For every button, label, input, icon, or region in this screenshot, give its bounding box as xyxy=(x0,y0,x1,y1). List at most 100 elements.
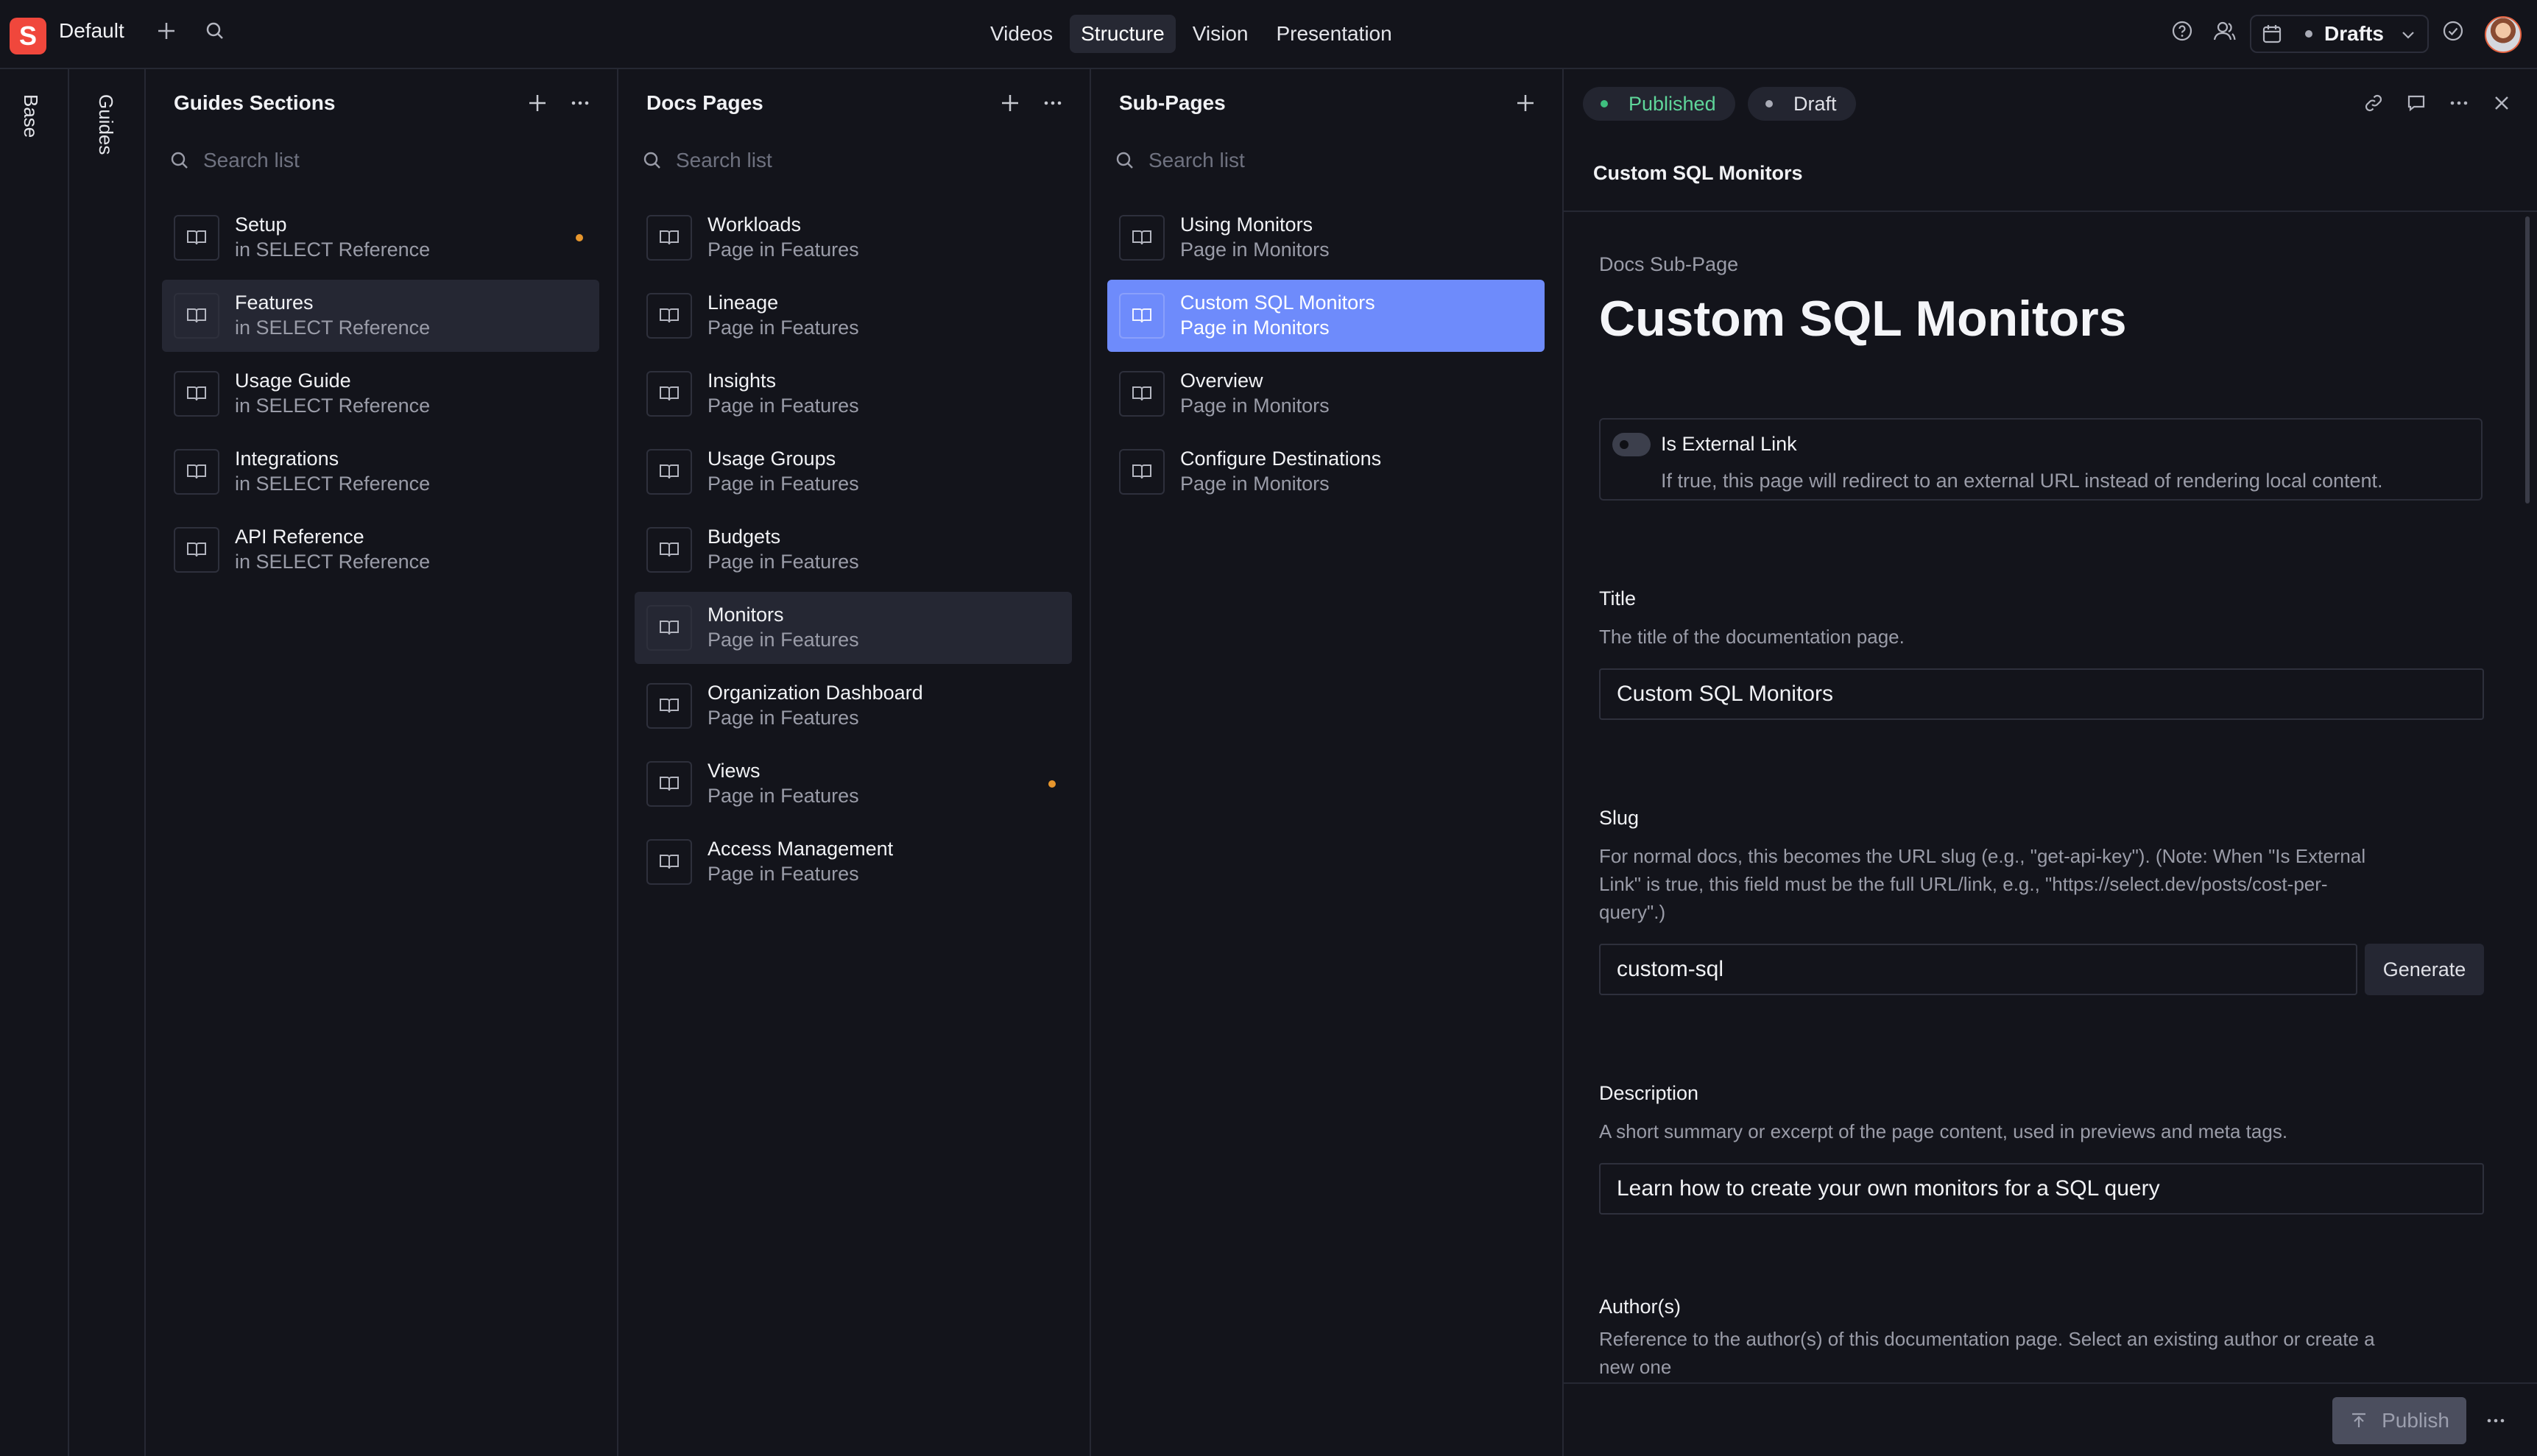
book-icon xyxy=(646,761,692,807)
book-icon xyxy=(1119,371,1165,417)
item-title: Workloads xyxy=(708,213,802,236)
book-icon xyxy=(1119,449,1165,495)
comment-icon[interactable] xyxy=(2402,88,2431,118)
document-header-title: Custom SQL Monitors xyxy=(1593,162,1803,184)
list-item[interactable]: Budgets Page in Features xyxy=(635,514,1072,586)
rail-guides[interactable]: Guides xyxy=(69,69,146,1456)
item-subtitle: in SELECT Reference xyxy=(235,395,431,417)
book-icon xyxy=(174,527,219,573)
drafts-selector[interactable]: Drafts xyxy=(2250,15,2429,53)
help-icon[interactable] xyxy=(2167,16,2197,46)
list-item[interactable]: Insights Page in Features xyxy=(635,358,1072,430)
item-title: Monitors xyxy=(708,604,784,626)
app-logo[interactable]: S xyxy=(10,18,46,54)
item-subtitle: Page in Features xyxy=(708,317,859,339)
document-footer: Publish xyxy=(1564,1382,2537,1456)
add-icon[interactable] xyxy=(523,88,552,118)
item-subtitle: Page in Features xyxy=(708,629,859,651)
divider xyxy=(1564,211,2537,212)
list-item[interactable]: Overview Page in Monitors xyxy=(1107,358,1545,430)
list-item[interactable]: API Reference in SELECT Reference xyxy=(162,514,599,586)
scrollbar-thumb[interactable] xyxy=(2525,216,2530,503)
publish-icon xyxy=(2349,1411,2368,1430)
slug-input[interactable]: custom-sql xyxy=(1599,944,2357,995)
description-field-label: Description xyxy=(1599,1082,1699,1104)
tab-structure[interactable]: Structure xyxy=(1070,15,1176,53)
item-subtitle: Page in Features xyxy=(708,473,859,495)
list-item[interactable]: Configure Destinations Page in Monitors xyxy=(1107,436,1545,508)
generate-slug-button[interactable]: Generate xyxy=(2365,944,2484,995)
external-link-toggle[interactable] xyxy=(1612,433,1651,456)
workspace-name[interactable]: Default xyxy=(59,19,124,43)
item-subtitle: Page in Monitors xyxy=(1180,473,1330,495)
item-subtitle: Page in Monitors xyxy=(1180,238,1330,261)
add-icon[interactable] xyxy=(995,88,1025,118)
list-item[interactable]: Integrations in SELECT Reference xyxy=(162,436,599,508)
item-title: Lineage xyxy=(708,291,779,314)
list-item[interactable]: Views Page in Features xyxy=(635,748,1072,820)
status-draft-label: Draft xyxy=(1793,92,1837,115)
pane-sub-pages: Sub-Pages Search list Using Monitors Pag… xyxy=(1091,69,1564,1456)
search-icon xyxy=(1115,150,1135,171)
item-title: Budgets xyxy=(708,526,781,548)
user-avatar[interactable] xyxy=(2485,16,2522,53)
more-icon[interactable] xyxy=(2481,1406,2510,1435)
more-icon[interactable] xyxy=(2444,88,2474,118)
item-subtitle: Page in Features xyxy=(708,785,859,807)
tab-presentation[interactable]: Presentation xyxy=(1265,15,1402,53)
status-published-tab[interactable]: Published xyxy=(1583,87,1735,121)
title-input[interactable]: Custom SQL Monitors xyxy=(1599,668,2484,720)
book-icon xyxy=(1119,215,1165,261)
item-title: Insights xyxy=(708,370,777,392)
list-item[interactable]: Monitors Page in Features xyxy=(635,592,1072,664)
list-item[interactable]: Features in SELECT Reference xyxy=(162,280,599,352)
description-input[interactable]: Learn how to create your own monitors fo… xyxy=(1599,1163,2484,1215)
tab-videos[interactable]: Videos xyxy=(979,15,1064,53)
list-item[interactable]: Workloads Page in Features xyxy=(635,202,1072,274)
item-subtitle: Page in Features xyxy=(708,863,859,885)
add-icon[interactable] xyxy=(1511,88,1540,118)
rail-guides-label: Guides xyxy=(95,94,117,155)
more-icon[interactable] xyxy=(565,88,595,118)
list-item[interactable]: Organization Dashboard Page in Features xyxy=(635,670,1072,742)
add-icon[interactable] xyxy=(152,16,181,46)
search-input[interactable]: Search list xyxy=(642,146,772,175)
list-item[interactable]: Setup in SELECT Reference xyxy=(162,202,599,274)
link-icon[interactable] xyxy=(2359,88,2388,118)
status-draft-tab[interactable]: Draft xyxy=(1748,87,1856,121)
more-icon[interactable] xyxy=(1038,88,1068,118)
book-icon xyxy=(1119,293,1165,339)
search-icon[interactable] xyxy=(200,16,230,46)
document-editor: Published Draft Custom SQL Monitors Docs… xyxy=(1564,69,2537,1456)
list-item[interactable]: Using Monitors Page in Monitors xyxy=(1107,202,1545,274)
users-icon[interactable] xyxy=(2210,16,2240,46)
search-input[interactable]: Search list xyxy=(1115,146,1245,175)
item-title: Features xyxy=(235,291,314,314)
toggle-knob xyxy=(1620,440,1629,449)
list-item[interactable]: Custom SQL Monitors Page in Monitors xyxy=(1107,280,1545,352)
title-field-label: Title xyxy=(1599,587,1637,609)
list-item[interactable]: Lineage Page in Features xyxy=(635,280,1072,352)
close-icon[interactable] xyxy=(2487,88,2516,118)
list-item[interactable]: Access Management Page in Features xyxy=(635,826,1072,898)
search-input[interactable]: Search list xyxy=(169,146,300,175)
item-title: Configure Destinations xyxy=(1180,448,1382,470)
item-title: Custom SQL Monitors xyxy=(1180,291,1375,314)
item-subtitle: in SELECT Reference xyxy=(235,551,431,573)
slug-field-description: For normal docs, this becomes the URL sl… xyxy=(1599,845,2366,923)
rail-base[interactable]: Base xyxy=(0,69,69,1456)
pane-title: Sub-Pages xyxy=(1119,91,1226,114)
tab-vision[interactable]: Vision xyxy=(1182,15,1260,53)
drafts-label: Drafts xyxy=(2324,22,2384,45)
check-circle-icon[interactable] xyxy=(2438,16,2468,46)
book-icon xyxy=(646,449,692,495)
book-icon xyxy=(646,371,692,417)
book-icon xyxy=(174,215,219,261)
list-item[interactable]: Usage Groups Page in Features xyxy=(635,436,1072,508)
item-title: Access Management xyxy=(708,838,894,860)
item-title: Usage Groups xyxy=(708,448,836,470)
pane-title: Guides Sections xyxy=(174,91,336,114)
publish-button[interactable]: Publish xyxy=(2332,1397,2466,1444)
description-field-description: A short summary or excerpt of the page c… xyxy=(1599,1120,2288,1142)
list-item[interactable]: Usage Guide in SELECT Reference xyxy=(162,358,599,430)
